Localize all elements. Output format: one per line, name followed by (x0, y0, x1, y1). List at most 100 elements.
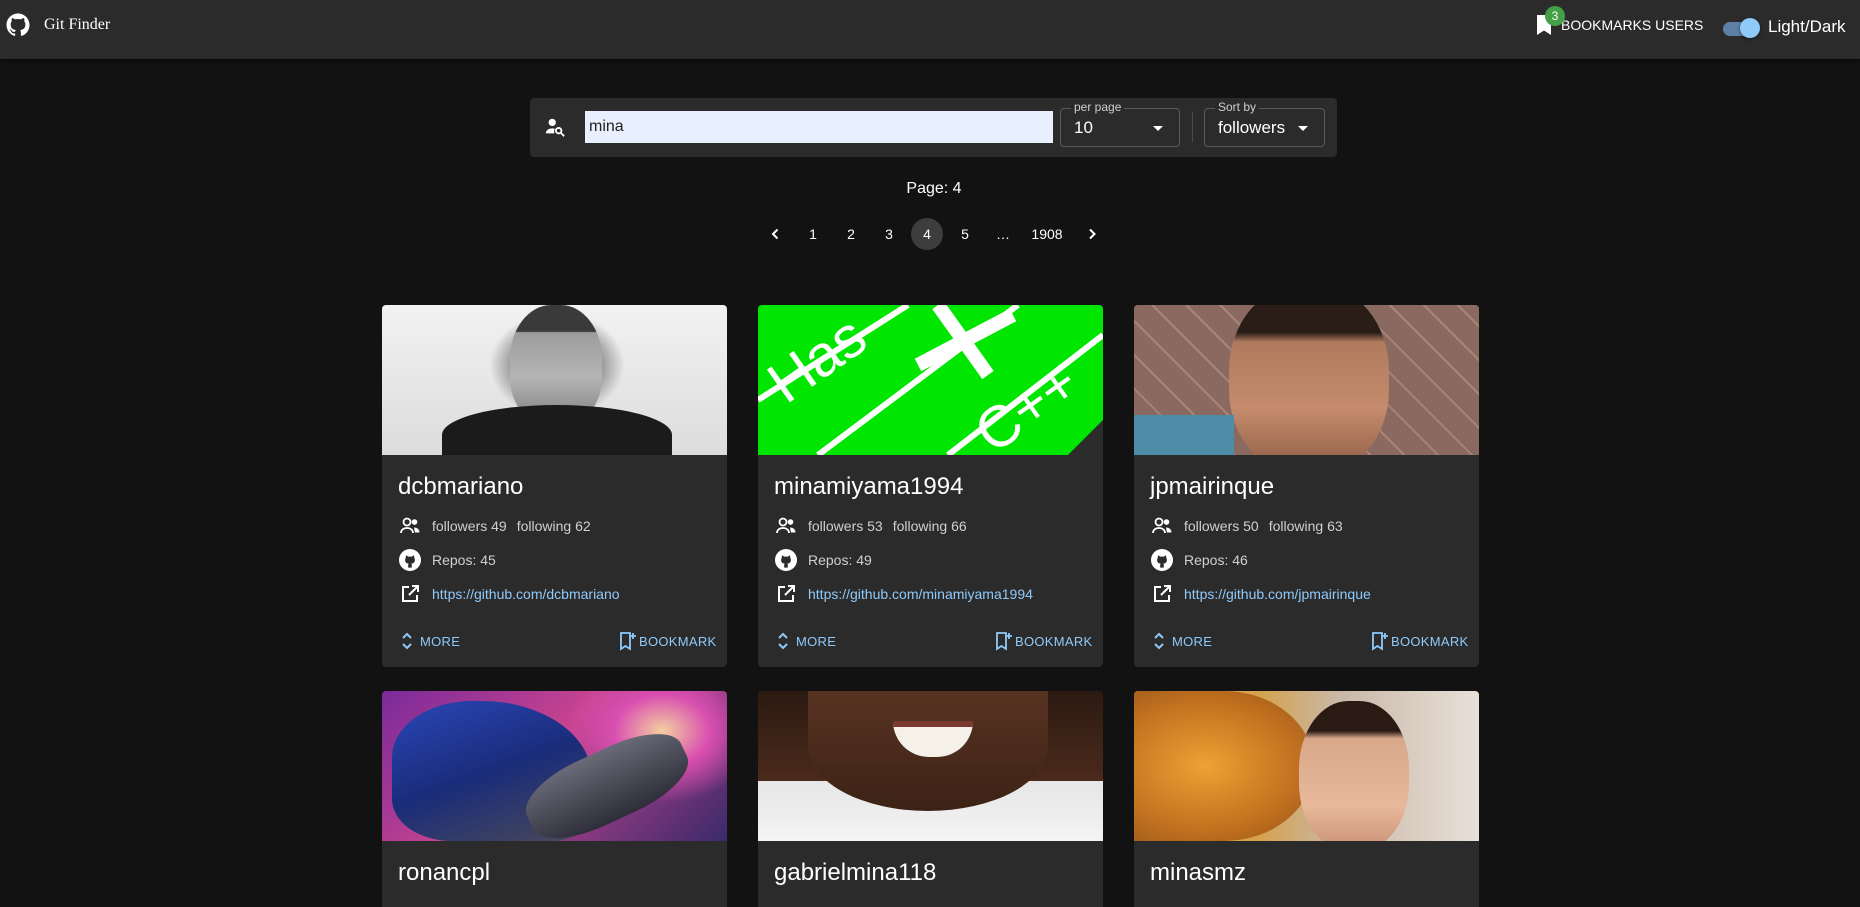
search-input[interactable] (585, 111, 1053, 143)
divider (1192, 112, 1193, 142)
page-last-button[interactable]: 1908 (1030, 218, 1064, 250)
profile-link[interactable]: https://github.com/minamiyama1994 (808, 586, 1033, 602)
sort-by-label: Sort by (1215, 100, 1260, 114)
more-label: MORE (796, 633, 837, 649)
chevron-down-icon (1298, 126, 1308, 131)
people-icon (1152, 517, 1172, 534)
page-2-button[interactable]: 2 (835, 218, 867, 250)
user-name: dcbmariano (398, 473, 524, 500)
more-button[interactable]: MORE (1150, 631, 1212, 651)
bookmark-label: BOOKMARK (1015, 633, 1093, 649)
profile-link-row: https://github.com/dcbmariano (398, 582, 620, 606)
user-avatar-image[interactable] (1134, 691, 1479, 841)
svg-text:Has: Has (758, 305, 878, 416)
profile-link[interactable]: https://github.com/jpmairinque (1184, 586, 1371, 602)
user-card: minasmz (1134, 691, 1479, 907)
pagination-ellipsis: … (996, 226, 1010, 242)
user-card: jpmairinque followers 50 following 63 Re… (1134, 305, 1479, 667)
bookmark-add-icon (1372, 632, 1388, 651)
profile-link-row: https://github.com/jpmairinque (1150, 582, 1371, 606)
repos-row: Repos: 46 (1150, 548, 1248, 572)
per-page-select[interactable]: per page 10 (1060, 100, 1180, 147)
toggle-thumb (1740, 18, 1760, 38)
repos-row: Repos: 49 (774, 548, 872, 572)
more-label: MORE (1172, 633, 1213, 649)
user-search-icon (545, 118, 565, 137)
bookmarks-users-label: BOOKMARKS USERS (1561, 17, 1704, 33)
github-logo-icon (6, 13, 30, 36)
theme-label: Light/Dark (1768, 17, 1846, 36)
page-3-button[interactable]: 3 (873, 218, 905, 250)
per-page-label: per page (1071, 100, 1125, 114)
bookmarks-count-badge: 3 (1545, 6, 1565, 26)
user-avatar-image[interactable] (758, 691, 1103, 841)
app-bar: Git Finder 3 BOOKMARKS USERS Light/Dark (0, 0, 1860, 59)
user-avatar-image[interactable]: Has C++ (758, 305, 1103, 455)
more-label: MORE (420, 633, 461, 649)
followers-count: followers 50 (1184, 518, 1259, 534)
bookmark-add-icon (620, 632, 636, 651)
more-button[interactable]: MORE (398, 631, 460, 651)
followers-count: followers 49 (432, 518, 507, 534)
open-in-new-icon (1154, 585, 1171, 602)
unfold-more-icon (402, 632, 412, 650)
user-name: minasmz (1150, 859, 1247, 886)
github-icon (775, 549, 797, 571)
unfold-more-icon (1154, 632, 1164, 650)
chevron-left-icon (771, 228, 779, 240)
profile-link-row: https://github.com/minamiyama1994 (774, 582, 1033, 606)
pagination: 1 2 3 4 5 … 1908 (0, 218, 1860, 250)
followers-row: followers 50 following 63 (1150, 514, 1343, 538)
user-card: gabrielmina118 (758, 691, 1103, 907)
followers-count: followers 53 (808, 518, 883, 534)
repos-count: Repos: 49 (808, 552, 872, 568)
bookmark-button[interactable]: BOOKMARK (619, 631, 717, 651)
brand[interactable]: Git Finder (6, 13, 110, 37)
bookmark-label: BOOKMARK (639, 633, 717, 649)
following-count: following 66 (892, 518, 967, 534)
bookmarks-users-button[interactable]: 3 BOOKMARKS USERS (1535, 6, 1704, 36)
page-5-button[interactable]: 5 (949, 218, 981, 250)
followers-row: followers 49 following 62 (398, 514, 591, 538)
user-card: Has C++ minamiyama1994 followers 53 foll… (758, 305, 1103, 667)
bookmark-button[interactable]: BOOKMARK (995, 631, 1093, 651)
open-in-new-icon (778, 585, 795, 602)
repos-count: Repos: 45 (432, 552, 496, 568)
profile-link[interactable]: https://github.com/dcbmariano (432, 586, 620, 602)
chevron-down-icon (1153, 126, 1163, 131)
user-avatar-image[interactable] (382, 305, 727, 455)
prev-page-button[interactable] (759, 218, 791, 250)
unfold-more-icon (778, 632, 788, 650)
user-name: gabrielmina118 (774, 859, 937, 886)
user-name: jpmairinque (1150, 473, 1275, 500)
search-panel: per page 10 Sort by followers (530, 98, 1337, 157)
following-count: following 63 (1268, 518, 1343, 534)
bookmark-add-icon (996, 632, 1012, 651)
people-icon (776, 517, 796, 534)
user-avatar-image[interactable] (1134, 305, 1479, 455)
theme-toggle[interactable] (1720, 18, 1760, 38)
user-avatar-image[interactable] (382, 691, 727, 841)
user-name: ronancpl (398, 859, 491, 886)
page-indicator: Page: 4 (906, 180, 962, 197)
app-title: Git Finder (44, 16, 111, 33)
sort-by-select[interactable]: Sort by followers (1204, 100, 1325, 147)
more-button[interactable]: MORE (774, 631, 836, 651)
bookmark-label: BOOKMARK (1391, 633, 1469, 649)
sort-by-value: followers (1218, 118, 1286, 137)
repos-row: Repos: 45 (398, 548, 496, 572)
following-count: following 62 (516, 518, 591, 534)
hashcpp-avatar-graphic: Has C++ (758, 305, 1103, 455)
next-page-button[interactable] (1076, 218, 1108, 250)
bookmark-button[interactable]: BOOKMARK (1371, 631, 1469, 651)
open-in-new-icon (402, 585, 419, 602)
page-1-button[interactable]: 1 (797, 218, 829, 250)
followers-row: followers 53 following 66 (774, 514, 967, 538)
user-name: minamiyama1994 (774, 473, 964, 500)
per-page-value: 10 (1074, 118, 1093, 137)
user-card: dcbmariano followers 49 following 62 Rep… (382, 305, 727, 667)
page-4-button[interactable]: 4 (911, 218, 943, 250)
repos-count: Repos: 46 (1184, 552, 1248, 568)
github-icon (399, 549, 421, 571)
user-card: ronancpl (382, 691, 727, 907)
